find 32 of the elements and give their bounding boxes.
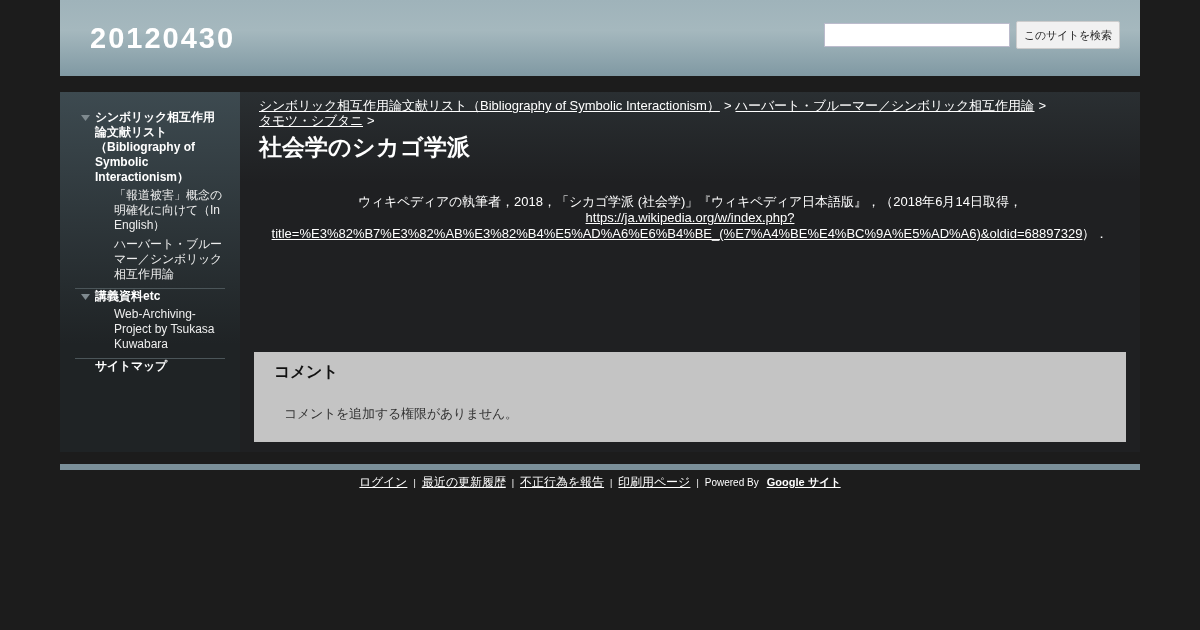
comment-message: コメントを追加する権限がありません。	[284, 405, 518, 423]
expand-triangle-icon[interactable]	[80, 115, 90, 121]
page-title: 社会学のシカゴ学派	[259, 133, 471, 162]
search-field[interactable]	[824, 23, 1010, 47]
expand-triangle-icon[interactable]	[80, 294, 90, 300]
footer-link[interactable]: 印刷用ページ	[618, 474, 691, 491]
footer-separator: |	[511, 477, 515, 488]
sidebar-item[interactable]: シンボリック相互作用論文献リスト（Bibliography of Symbolic Interactionism）	[95, 110, 225, 185]
breadcrumb-separator: >	[723, 98, 732, 113]
breadcrumb-link[interactable]: ハーバート・ブルーマー／シンボリック相互作用論	[735, 98, 1035, 113]
breadcrumb-separator: >	[1038, 98, 1047, 113]
footer-link[interactable]: 最近の更新履歴	[421, 474, 506, 491]
footer-separator: |	[696, 477, 699, 488]
breadcrumb-link[interactable]: シンボリック相互作用論文献リスト（Bibliography of Symbolic Interactionism）	[259, 98, 720, 113]
search-button[interactable]: このサイトを検索	[1016, 21, 1120, 49]
citation-link[interactable]: title=%E3%82%B7%E3%82%AB%E3%82%B4%E5%AD%A6%E6%B4%BE_(%E7%A4%BE%E4%BC%9A%E5%AD%A6)&oldid=68897329	[271, 226, 1083, 241]
sidebar-item[interactable]: 講義資料etc	[95, 289, 161, 304]
breadcrumb-separator: >	[367, 113, 375, 128]
footer-separator: |	[413, 477, 416, 488]
footer-separator: |	[610, 477, 613, 488]
citation-text: ウィキペディアの執筆者，2018，「シカゴ学派 (社会学)」『ウィキペディア日本語版』，（2018年6月14日取得， https://ja.wikipedia.org/w/index.php? title=%E3%82%B7%E3%82%AB%E3%82%B4%E5%AD%A6%E6%B4%BE_(%E7%A4%BE%E4%BC%9A%E5%AD%A6)&oldid=68897329）．	[270, 194, 1110, 242]
footer-link[interactable]: 不正行為を報告	[520, 474, 605, 491]
breadcrumb-link[interactable]: タモツ・シブタニ	[259, 113, 363, 128]
comment-heading: コメント	[274, 362, 338, 382]
sidebar-subitem[interactable]: ハーバート・ブルーマー／シンボリック相互作用論	[114, 237, 223, 282]
sidebar-subitem[interactable]: Web-Archiving-Project by Tsukasa Kuwabara	[114, 307, 223, 352]
footer-link[interactable]: ログイン	[359, 474, 408, 491]
sidebar-subitem[interactable]: 「報道被害」概念の明確化に向けて（In English）	[114, 188, 223, 233]
brand-link[interactable]: Google サイト	[766, 475, 841, 490]
powered-by-text: Powered By	[704, 477, 759, 488]
citation-link[interactable]: https://ja.wikipedia.org/w/index.php?	[585, 210, 795, 225]
sidebar-item[interactable]: サイトマップ	[95, 359, 167, 374]
